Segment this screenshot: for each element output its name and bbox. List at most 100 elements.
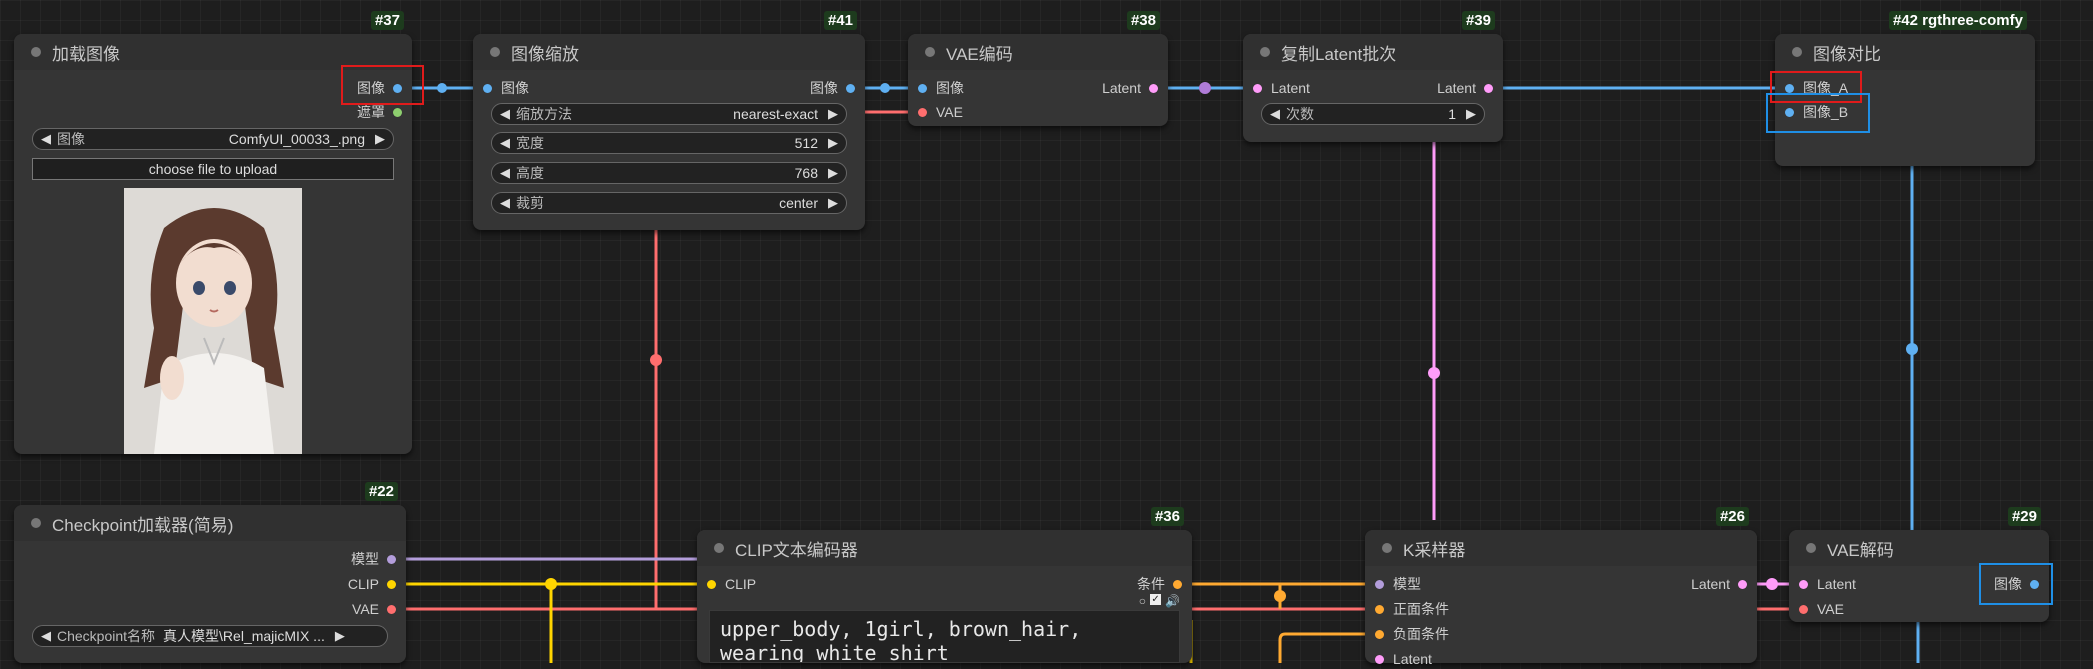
output-mask[interactable]: 遮罩: [357, 102, 402, 122]
output-dot-icon[interactable]: [1173, 579, 1182, 589]
height-widget[interactable]: ◀ 高度 768 ▶: [491, 162, 847, 184]
input-negative[interactable]: 负面条件: [1375, 624, 1449, 644]
arrow-right-icon[interactable]: ▶: [826, 135, 840, 151]
output-dot-icon[interactable]: [2030, 579, 2039, 589]
output-clip[interactable]: CLIP: [348, 574, 396, 594]
amount-widget[interactable]: ◀ 次数 1 ▶: [1261, 103, 1485, 125]
node-checkpoint-loader[interactable]: #22 Checkpoint加载器(简易) 模型 CLIP VAE ◀ Chec…: [14, 482, 406, 663]
speaker-icon[interactable]: 🔊: [1165, 594, 1180, 608]
node-vae-encode[interactable]: #38 VAE编码 图像 VAE Latent: [908, 11, 1168, 126]
checkpoint-name-widget[interactable]: ◀ Checkpoint名称 真人模型\Rel_majicMIX ... ▶: [32, 625, 388, 647]
node-load-image[interactable]: #37 加载图像 图像 遮罩 ◀ 图像 ComfyUI_00033_.png ▶…: [14, 11, 412, 454]
output-dot-icon[interactable]: [393, 83, 402, 93]
prompt-textarea[interactable]: upper_body, 1girl, brown_hair, wearing w…: [709, 610, 1180, 663]
output-latent[interactable]: Latent: [1691, 574, 1747, 594]
arrow-left-icon[interactable]: ◀: [498, 106, 512, 122]
collapse-dot-icon[interactable]: [1806, 543, 1816, 553]
node-vae-decode[interactable]: #29 VAE解码 Latent VAE 图像: [1789, 507, 2049, 622]
input-dot-icon[interactable]: [1375, 629, 1384, 639]
input-dot-icon[interactable]: [1375, 604, 1384, 614]
arrow-left-icon[interactable]: ◀: [1268, 106, 1282, 122]
input-image-a[interactable]: 图像_A: [1785, 78, 1848, 98]
node-title-bar[interactable]: 加载图像: [14, 34, 412, 70]
input-dot-icon[interactable]: [1375, 579, 1384, 589]
input-vae[interactable]: VAE: [918, 102, 963, 122]
input-latent[interactable]: Latent: [1253, 78, 1310, 98]
arrow-right-icon[interactable]: ▶: [333, 628, 347, 644]
node-title-bar[interactable]: 图像缩放: [473, 34, 865, 70]
collapse-dot-icon[interactable]: [31, 518, 41, 528]
node-title-bar[interactable]: K采样器: [1365, 530, 1757, 566]
arrow-right-icon[interactable]: ▶: [826, 165, 840, 181]
input-dot-icon[interactable]: [483, 83, 492, 93]
output-dot-icon[interactable]: [387, 604, 396, 614]
output-image[interactable]: 图像: [357, 78, 402, 98]
node-image-compare[interactable]: #42 rgthree-comfy 图像对比 图像_A 图像_B: [1775, 11, 2035, 166]
node-title-bar[interactable]: VAE解码: [1789, 530, 2049, 566]
input-latent[interactable]: Latent: [1799, 574, 1856, 594]
input-image[interactable]: 图像: [483, 78, 529, 98]
output-dot-icon[interactable]: [393, 107, 402, 117]
node-ksampler[interactable]: #26 K采样器 模型 正面条件 负面条件 Latent Latent: [1365, 507, 1757, 667]
output-image[interactable]: 图像: [810, 78, 855, 98]
output-conditioning[interactable]: 条件: [1137, 574, 1182, 594]
arrow-left-icon[interactable]: ◀: [498, 135, 512, 151]
node-title-bar[interactable]: VAE编码: [908, 34, 1168, 70]
node-clip-text-encode[interactable]: #36 CLIP文本编码器 CLIP 条件 ○ ✓ 🔊 upper_body, …: [697, 507, 1192, 663]
input-dot-icon[interactable]: [918, 107, 927, 117]
input-model[interactable]: 模型: [1375, 574, 1421, 594]
input-dot-icon[interactable]: [1799, 604, 1808, 614]
output-model[interactable]: 模型: [351, 549, 396, 569]
output-dot-icon[interactable]: [846, 83, 855, 93]
upscale-method-widget[interactable]: ◀ 缩放方法 nearest-exact ▶: [491, 103, 847, 125]
input-dot-icon[interactable]: [1785, 107, 1794, 117]
crop-widget[interactable]: ◀ 裁剪 center ▶: [491, 192, 847, 214]
image-select-widget[interactable]: ◀ 图像 ComfyUI_00033_.png ▶: [32, 128, 394, 150]
node-repeat-latent[interactable]: #39 复制Latent批次 Latent Latent ◀ 次数 1 ▶: [1243, 11, 1503, 142]
node-title-bar[interactable]: Checkpoint加载器(简易): [14, 505, 406, 541]
node-title-bar[interactable]: 复制Latent批次: [1243, 34, 1503, 70]
input-vae[interactable]: VAE: [1799, 599, 1844, 619]
output-dot-icon[interactable]: [1149, 83, 1158, 93]
collapse-dot-icon[interactable]: [714, 543, 724, 553]
collapse-dot-icon[interactable]: [925, 47, 935, 57]
input-image-b[interactable]: 图像_B: [1785, 102, 1848, 122]
arrow-left-icon[interactable]: ◀: [498, 165, 512, 181]
arrow-right-icon[interactable]: ▶: [826, 106, 840, 122]
circle-icon[interactable]: ○: [1139, 594, 1146, 608]
input-dot-icon[interactable]: [1375, 654, 1384, 664]
arrow-right-icon[interactable]: ▶: [373, 131, 387, 147]
output-latent[interactable]: Latent: [1102, 78, 1158, 98]
collapse-dot-icon[interactable]: [1382, 543, 1392, 553]
width-widget[interactable]: ◀ 宽度 512 ▶: [491, 132, 847, 154]
input-dot-icon[interactable]: [707, 579, 716, 589]
collapse-dot-icon[interactable]: [1792, 47, 1802, 57]
node-image-scale[interactable]: #41 图像缩放 图像 图像 ◀ 缩放方法 nearest-exact ▶ ◀ …: [473, 11, 865, 230]
output-dot-icon[interactable]: [387, 579, 396, 589]
input-image[interactable]: 图像: [918, 78, 964, 98]
input-dot-icon[interactable]: [1785, 83, 1794, 93]
output-vae[interactable]: VAE: [352, 599, 396, 619]
output-image[interactable]: 图像: [1994, 574, 2039, 594]
input-dot-icon[interactable]: [1799, 579, 1808, 589]
output-dot-icon[interactable]: [387, 554, 396, 564]
arrow-left-icon[interactable]: ◀: [39, 131, 53, 147]
collapse-dot-icon[interactable]: [1260, 47, 1270, 57]
output-dot-icon[interactable]: [1738, 579, 1747, 589]
upload-button[interactable]: choose file to upload: [32, 158, 394, 180]
collapse-dot-icon[interactable]: [31, 47, 41, 57]
node-title-bar[interactable]: CLIP文本编码器: [697, 530, 1192, 566]
input-dot-icon[interactable]: [918, 83, 927, 93]
output-dot-icon[interactable]: [1484, 83, 1493, 93]
node-title-bar[interactable]: 图像对比: [1775, 34, 2035, 70]
arrow-left-icon[interactable]: ◀: [498, 195, 512, 211]
input-dot-icon[interactable]: [1253, 83, 1262, 93]
output-latent[interactable]: Latent: [1437, 78, 1493, 98]
input-positive[interactable]: 正面条件: [1375, 599, 1449, 619]
collapse-dot-icon[interactable]: [490, 47, 500, 57]
arrow-left-icon[interactable]: ◀: [39, 628, 53, 644]
input-latent[interactable]: Latent: [1375, 649, 1432, 669]
arrow-right-icon[interactable]: ▶: [1464, 106, 1478, 122]
input-clip[interactable]: CLIP: [707, 574, 756, 594]
arrow-right-icon[interactable]: ▶: [826, 195, 840, 211]
